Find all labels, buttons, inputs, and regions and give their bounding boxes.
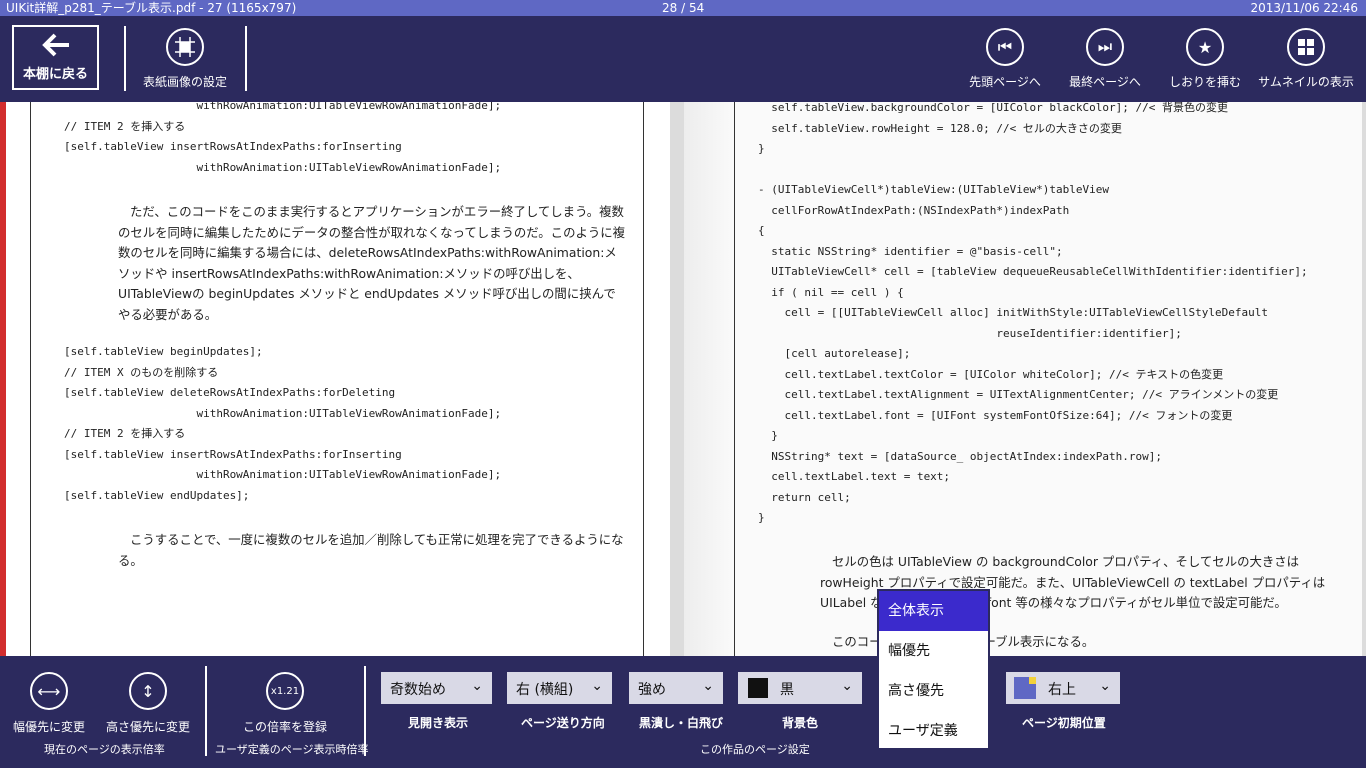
title-bar: UIKit詳解_p281_テーブル表示.pdf - 27 (1165x797) … [0,0,1366,16]
color-swatch [748,678,768,698]
chevron-down-icon: ⌄ [702,678,714,694]
chevron-down-icon: ⌄ [1099,678,1111,694]
work-settings-group-label: この作品のページ設定 [700,743,810,756]
bookmark-button[interactable]: ★ しおりを挿む [1166,28,1244,90]
user-zoom-group-label: ユーザ定義のページ表示時倍率 [215,743,369,756]
back-label: 本棚に戻る [22,67,88,82]
menu-item-width-priority[interactable]: 幅優先 [879,631,988,671]
star-icon: ★ [1186,28,1224,66]
cover-label: 表紙画像の設定 [142,75,227,89]
cover-image-button[interactable]: 表紙画像の設定 [140,28,230,90]
thumbnail-button[interactable]: サムネイルの表示 [1258,28,1354,90]
register-zoom-button[interactable]: x1.21 この倍率を登録 [240,672,330,735]
divider [205,666,207,756]
skip-last-icon: ⏭ [1086,28,1124,66]
background-label: 背景色 [782,716,819,730]
grid-icon [1287,28,1325,66]
chevron-down-icon: ⌄ [471,678,483,694]
black-white-dropdown[interactable]: 強め ⌄ [629,672,723,704]
chevron-down-icon: ⌄ [591,678,603,694]
divider [245,26,247,91]
spread-value: 奇数始め [390,682,446,698]
background-color-dropdown[interactable]: 黒 ⌄ [738,672,862,704]
last-page-button[interactable]: ⏭ 最終ページへ [1066,28,1144,90]
page-counter: 28 / 54 [662,1,705,15]
right-page: self.tableView.backgroundColor = [UIColo… [684,102,1362,656]
vertical-arrows-icon: ↕ [129,672,167,710]
initial-position-value: 右上 [1048,682,1076,698]
page-gutter [684,102,734,656]
thumbnail-label: サムネイルの表示 [1258,75,1354,89]
zoom-value-icon: x1.21 [266,672,304,710]
last-page-label: 最終ページへ [1069,75,1141,89]
current-zoom-group-label: 現在のページの表示倍率 [44,743,165,756]
document-viewer[interactable]: withRowAnimation:UITableViewRowAnimation… [0,102,1366,656]
direction-label: ページ送り方向 [521,716,605,730]
zoom-mode-menu: 全体表示 幅優先 高さ優先 ユーザ定義 [877,589,990,750]
back-to-shelf-button[interactable]: 本棚に戻る [12,25,99,90]
background-value: 黒 [780,682,794,698]
code-block-right: self.tableView.backgroundColor = [UIColo… [758,102,1308,524]
skip-first-icon: ⏮ [986,28,1024,66]
menu-item-fit-all[interactable]: 全体表示 [879,591,988,631]
crop-icon [166,28,204,66]
direction-value: 右 (横組) [516,682,574,698]
initial-position-dropdown[interactable]: 右上 ⌄ [1006,672,1120,704]
menu-item-user-defined[interactable]: ユーザ定義 [879,711,988,751]
fit-width-button[interactable]: ⟷ 幅優先に変更 [10,672,88,735]
fit-height-label: 高さ優先に変更 [105,720,190,734]
page-position-icon [1014,677,1036,699]
page-border [734,102,735,656]
divider [124,26,126,91]
chevron-down-icon: ⌄ [841,678,853,694]
first-page-label: 先頭ページへ [969,75,1041,89]
black-white-label: 黒潰し・白飛び [639,716,724,730]
code-block-2: [self.tableView beginUpdates]; // ITEM X… [64,345,502,502]
initial-position-label: ページ初期位置 [1022,716,1106,730]
first-page-button[interactable]: ⏮ 先頭ページへ [966,28,1044,90]
left-page: withRowAnimation:UITableViewRowAnimation… [6,102,670,656]
paragraph-2: こうすることで、一度に複数のセルを追加／削除しても正常に処理を完了できるようにな… [118,532,624,568]
file-title: UIKit詳解_p281_テーブル表示.pdf - 27 (1165x797) [6,1,297,15]
bookmark-label: しおりを挿む [1168,75,1241,89]
register-zoom-label: この倍率を登録 [242,720,327,734]
horizontal-arrows-icon: ⟷ [30,672,68,710]
spread-label: 見開き表示 [408,716,469,730]
bottom-app-bar: ⟷ 幅優先に変更 ↕ 高さ優先に変更 現在のページの表示倍率 x1.21 この倍… [0,656,1366,768]
datetime: 2013/11/06 22:46 [1250,1,1358,15]
black-white-value: 強め [638,682,666,698]
fit-width-label: 幅優先に変更 [12,720,85,734]
spread-dropdown[interactable]: 奇数始め ⌄ [381,672,492,704]
paragraph-1: ただ、このコードをこのまま実行するとアプリケーションがエラー終了してしまう。複数… [118,204,626,322]
menu-item-height-priority[interactable]: 高さ優先 [879,671,988,711]
direction-dropdown[interactable]: 右 (横組) ⌄ [507,672,612,704]
fit-height-button[interactable]: ↕ 高さ優先に変更 [104,672,192,735]
top-app-bar: 本棚に戻る 表紙画像の設定 ⏮ 先頭ページへ ⏭ 最終ページへ ★ しおりを挿む… [0,16,1366,102]
back-arrow-icon [14,33,97,63]
divider [364,666,366,756]
code-block-1: withRowAnimation:UITableViewRowAnimation… [64,102,502,174]
